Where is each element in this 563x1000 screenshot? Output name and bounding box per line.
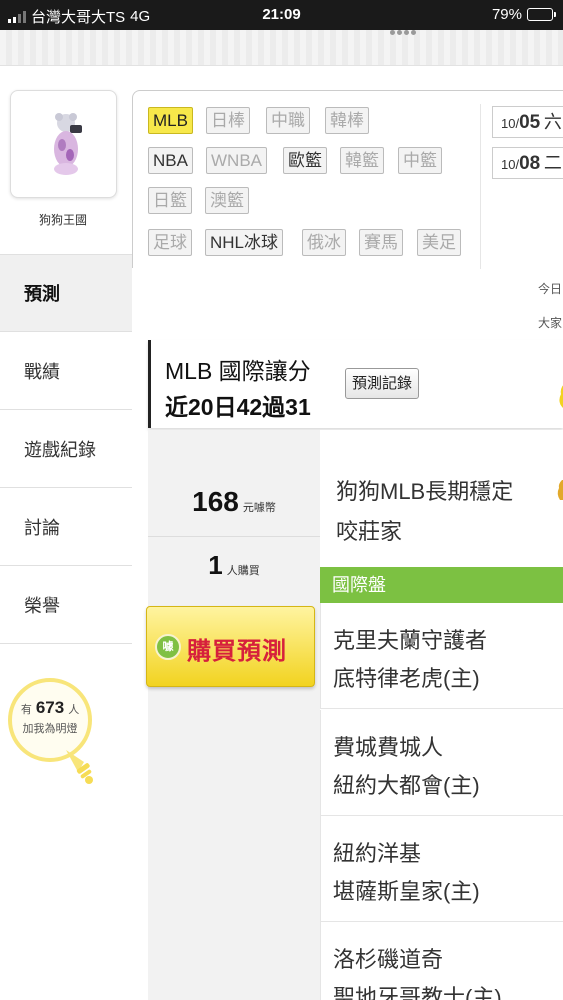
battery-percent: 79% xyxy=(491,6,522,23)
league-tag-mlb[interactable]: MLB xyxy=(148,107,193,134)
game-row[interactable]: 克里夫蘭守護者 底特律老虎(主) xyxy=(320,603,563,709)
date-day: 08 xyxy=(519,153,541,174)
date-tab-1[interactable]: 10/05 六 xyxy=(492,106,563,138)
prediction-content: 狗狗MLB長期穩定 咬莊家 國際盤 克里夫蘭守護者 底特律老虎(主) 費城費城人… xyxy=(320,430,563,1000)
follower-count: 673 xyxy=(35,698,65,717)
buy-button-label: 購買預測 xyxy=(187,638,287,665)
prediction-type: MLB 國際讓分 xyxy=(165,358,311,384)
league-tag-euro-basketball[interactable]: 歐籃 xyxy=(283,147,327,174)
league-tag-australia-basketball[interactable]: 澳籃 xyxy=(205,187,249,214)
nav-label: 預測 xyxy=(24,284,60,304)
home-team: 紐約大都會(主) xyxy=(333,773,480,798)
lightbulb-icon xyxy=(66,750,93,784)
buyers-count: 1 xyxy=(208,550,223,580)
nav-label: 遊戲紀錄 xyxy=(24,439,96,460)
avatar[interactable] xyxy=(10,90,117,198)
price-panel: 168 元噱幣 1 人購買 xyxy=(148,430,320,1000)
league-tag-nhl[interactable]: NHL冰球 xyxy=(205,229,284,256)
trophy-icon xyxy=(559,385,563,408)
league-tag-kbo[interactable]: 韓棒 xyxy=(325,107,369,134)
nav-item-game-history[interactable]: 遊戲紀錄 xyxy=(0,410,132,488)
clock: 21:09 xyxy=(262,6,301,23)
market-section-header: 國際盤 xyxy=(320,567,563,603)
nav-item-honor[interactable]: 榮譽 xyxy=(0,566,132,644)
away-team: 洛杉磯道奇 xyxy=(333,947,444,972)
home-team: 聖地牙哥教士(主) xyxy=(333,985,502,1000)
game-row[interactable]: 費城費城人 紐約大都會(主) xyxy=(320,710,563,816)
price-value: 168 xyxy=(192,486,239,517)
league-tag-soccer[interactable]: 足球 xyxy=(148,229,192,256)
today-link[interactable]: 今日 xyxy=(538,280,562,297)
buyers-line: 1 人購買 xyxy=(148,550,320,581)
away-team: 紐約洋基 xyxy=(333,841,422,866)
buyers-unit: 人購買 xyxy=(226,565,260,577)
price-line: 168 元噱幣 xyxy=(148,486,320,518)
coin-glyph: 噱 xyxy=(162,641,174,653)
date-tab-2[interactable]: 10/08 二 xyxy=(492,147,563,179)
follower-count-line: 有 673 人 xyxy=(12,698,88,718)
shop-name: 狗狗王國 xyxy=(38,213,87,227)
buy-prediction-button[interactable]: 噱 購買預測 xyxy=(146,606,315,687)
nav-item-predict[interactable]: 預測 xyxy=(0,254,132,332)
league-tag-nfl[interactable]: 美足 xyxy=(417,229,461,256)
home-team: 底特律老虎(主) xyxy=(333,666,480,691)
nav-item-discussion[interactable]: 討論 xyxy=(0,488,132,566)
everyone-link[interactable]: 大家 xyxy=(538,314,562,331)
league-tag-npb[interactable]: 日棒 xyxy=(206,107,250,134)
coin-icon: 噱 xyxy=(155,634,181,660)
dog-figurine-icon xyxy=(54,113,82,175)
follower-suffix: 加我為明燈 xyxy=(22,723,78,735)
prediction-header: MLB 國際讓分 近20日42過31 預測記錄 xyxy=(148,340,563,428)
prediction-record-button[interactable]: 預測記錄 xyxy=(345,368,420,399)
league-tag-china-basketball[interactable]: 中籃 xyxy=(398,147,442,174)
date-weekday: 二 xyxy=(543,153,562,173)
prediction-stats: 近20日42過31 xyxy=(165,394,311,420)
league-tag-wnba[interactable]: WNBA xyxy=(206,147,267,174)
date-month: 10/ xyxy=(501,116,520,131)
date-day: 05 xyxy=(519,112,541,133)
price-box: 168 元噱幣 xyxy=(148,430,320,536)
game-row[interactable]: 紐約洋基 堪薩斯皇家(主) xyxy=(320,816,563,922)
left-sidebar: 狗狗王國 預測 戰績 遊戲紀錄 討論 榮譽 有 673 人 加我為明燈 xyxy=(0,80,132,1000)
prediction-subtitle: 咬莊家 xyxy=(336,519,403,544)
follower-prefix: 有 xyxy=(20,704,32,716)
nav-label: 討論 xyxy=(24,517,60,538)
date-month: 10/ xyxy=(501,157,520,172)
league-tag-cpbl[interactable]: 中職 xyxy=(266,107,310,134)
follower-unit: 人 xyxy=(68,704,80,716)
league-tag-korea-basketball[interactable]: 韓籃 xyxy=(340,147,384,174)
price-unit: 元噱幣 xyxy=(242,502,276,514)
nav-label: 榮譽 xyxy=(24,595,60,616)
status-bar: 台灣大哥大TS 4G 21:09 79% xyxy=(0,0,563,30)
away-team: 克里夫蘭守護者 xyxy=(333,628,488,653)
date-divider xyxy=(480,104,481,269)
game-row[interactable]: 洛杉磯道奇 聖地牙哥教士(主) xyxy=(320,922,563,1000)
nav-item-record[interactable]: 戰績 xyxy=(0,332,132,410)
prediction-title: 狗狗MLB長期穩定 xyxy=(336,479,514,504)
league-tag-khl[interactable]: 俄冰 xyxy=(302,229,346,256)
money-bag-icon xyxy=(557,480,563,500)
header-banner xyxy=(0,30,563,66)
league-tag-japan-basketball[interactable]: 日籃 xyxy=(148,187,192,214)
battery-icon xyxy=(527,8,556,21)
page-dots-icon xyxy=(390,30,416,35)
home-team: 堪薩斯皇家(主) xyxy=(333,879,480,904)
price-divider xyxy=(148,536,320,537)
nav-label: 戰績 xyxy=(24,361,60,382)
league-tag-nba[interactable]: NBA xyxy=(148,147,193,174)
status-right: 79% xyxy=(491,6,556,23)
league-tag-horse-racing[interactable]: 賽馬 xyxy=(359,229,403,256)
away-team: 費城費城人 xyxy=(333,735,444,760)
date-weekday: 六 xyxy=(543,112,562,132)
